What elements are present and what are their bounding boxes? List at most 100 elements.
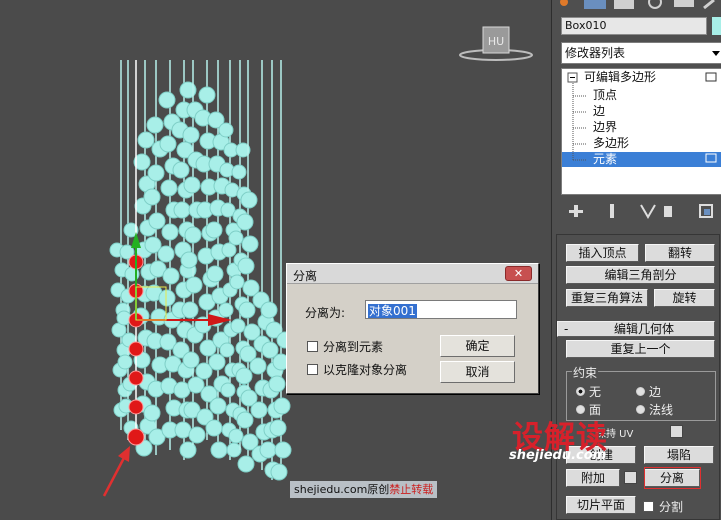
stack-item-polygon[interactable]: 多边形 — [593, 136, 629, 151]
bead[interactable] — [237, 455, 255, 473]
viewcube[interactable]: НU — [458, 24, 534, 64]
bead[interactable] — [158, 289, 176, 307]
split-checkbox[interactable]: 分割 — [643, 498, 683, 515]
make-unique-icon[interactable] — [639, 202, 657, 220]
constraint-normal-radio[interactable]: 法线 — [636, 401, 673, 418]
bead[interactable] — [117, 354, 133, 370]
bead[interactable] — [160, 179, 178, 197]
detach-name-input[interactable]: 对象001 — [365, 300, 517, 319]
object-color-swatch[interactable] — [712, 17, 721, 35]
checkbox-box[interactable] — [307, 364, 318, 375]
bead[interactable] — [143, 404, 161, 422]
bead[interactable] — [185, 276, 203, 294]
bead[interactable] — [208, 353, 226, 371]
stack-item-editable-poly[interactable]: 可编辑多边形 — [584, 70, 656, 85]
bead-curtain-scene[interactable] — [0, 0, 551, 520]
bead[interactable] — [269, 419, 287, 437]
selected-bead[interactable] — [128, 370, 144, 386]
bead[interactable] — [137, 131, 155, 149]
bead[interactable] — [250, 401, 268, 419]
bead[interactable] — [181, 301, 199, 319]
bead[interactable] — [228, 428, 244, 444]
chevron-down-icon[interactable] — [712, 51, 720, 56]
preserve-uv-settings-button[interactable] — [670, 425, 683, 438]
perspective-viewport[interactable]: НU shejiedu.com原创禁止转载 — [0, 0, 551, 520]
bead[interactable] — [230, 318, 246, 334]
motion-tab-icon[interactable] — [648, 0, 662, 9]
bead[interactable] — [205, 221, 223, 239]
bead[interactable] — [270, 463, 288, 481]
bead[interactable] — [229, 274, 245, 290]
edit-geometry-rollout-header[interactable]: - 编辑几何体 — [557, 321, 715, 337]
bead[interactable] — [148, 212, 166, 230]
repeat-last-button[interactable]: 重复上一个 — [566, 340, 715, 358]
bead[interactable] — [238, 301, 256, 319]
bead[interactable] — [158, 91, 176, 109]
utilities-tab-icon[interactable] — [703, 0, 715, 10]
bead[interactable] — [240, 191, 258, 209]
bead[interactable] — [173, 201, 191, 219]
bead[interactable] — [219, 342, 235, 358]
bead[interactable] — [236, 213, 254, 231]
edit-triangulation-button[interactable]: 编辑三角剖分 — [566, 266, 715, 284]
bead[interactable] — [260, 301, 278, 319]
close-icon[interactable]: ✕ — [505, 266, 532, 281]
stack-item-border[interactable]: 边界 — [593, 120, 617, 135]
bead[interactable] — [241, 235, 259, 253]
bead[interactable] — [172, 161, 190, 179]
configure-modifier-sets-icon[interactable] — [697, 202, 715, 220]
show-end-result-icon[interactable] — [603, 202, 621, 220]
bead[interactable] — [273, 397, 291, 415]
selected-bead[interactable] — [128, 341, 144, 357]
object-name-field[interactable]: Box010 — [561, 17, 707, 35]
cancel-button[interactable]: 取消 — [440, 361, 515, 383]
detach-to-element-checkbox[interactable]: 分离到元素 — [307, 338, 383, 355]
bead[interactable] — [157, 245, 175, 263]
remove-modifier-icon[interactable] — [659, 202, 677, 220]
hierarchy-tab-icon[interactable] — [614, 0, 634, 9]
bead[interactable] — [159, 135, 177, 153]
bead[interactable] — [228, 230, 244, 246]
slice-plane-button[interactable]: 切片平面 — [566, 496, 636, 514]
bead[interactable] — [210, 441, 228, 459]
bead[interactable] — [218, 122, 234, 138]
bead[interactable] — [147, 164, 165, 182]
bead[interactable] — [146, 116, 164, 134]
dialog-titlebar[interactable]: 分离 ✕ — [287, 264, 538, 284]
bead[interactable] — [161, 223, 179, 241]
bead[interactable] — [235, 367, 253, 385]
ok-button[interactable]: 确定 — [440, 335, 515, 357]
bead[interactable] — [205, 419, 223, 437]
bead[interactable] — [209, 397, 227, 415]
bead[interactable] — [226, 442, 242, 458]
bead[interactable] — [184, 226, 202, 244]
bead[interactable] — [182, 351, 200, 369]
turn-button[interactable]: 旋转 — [654, 289, 715, 307]
bead[interactable] — [236, 411, 254, 429]
checkbox-box[interactable] — [307, 341, 318, 352]
modifier-list-dropdown[interactable]: 修改器列表 — [561, 42, 721, 64]
constraint-edge-radio[interactable]: 边 — [636, 383, 661, 400]
bead[interactable] — [259, 441, 277, 459]
modifier-stack[interactable]: 可编辑多边形 顶点 边 边界 多边形 元素 — [561, 68, 721, 195]
bead[interactable] — [237, 257, 255, 275]
stack-item-edge[interactable]: 边 — [593, 104, 605, 119]
pin-stack-icon[interactable] — [567, 202, 585, 220]
bead[interactable] — [218, 302, 234, 318]
retriangulate-button[interactable]: 重复三角算法 — [566, 289, 648, 307]
bead[interactable] — [162, 267, 180, 285]
bead[interactable] — [206, 265, 224, 283]
bead[interactable] — [183, 176, 201, 194]
bead[interactable] — [198, 86, 216, 104]
bead[interactable] — [220, 382, 236, 398]
bead[interactable] — [143, 188, 161, 206]
bead[interactable] — [188, 426, 206, 444]
attach-list-button[interactable] — [624, 471, 637, 484]
display-tab-icon[interactable] — [674, 0, 694, 7]
modify-tab-icon[interactable] — [584, 0, 606, 9]
stack-item-element[interactable]: 元素 — [593, 152, 617, 167]
selected-bead[interactable] — [128, 399, 144, 415]
bead[interactable] — [182, 126, 200, 144]
checkbox-box[interactable] — [643, 501, 654, 512]
flip-button[interactable]: 翻转 — [645, 244, 715, 262]
